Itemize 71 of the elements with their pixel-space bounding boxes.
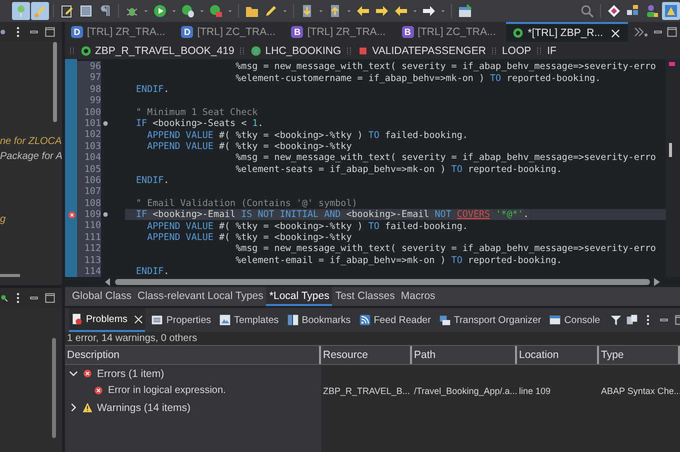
code-line: APPEND VALUE #( %tky = <booking>-%tky [146,232,352,244]
source-tab[interactable]: Test Classes [332,287,398,306]
source-tab[interactable]: Class-relevant Local Types [134,287,266,306]
summary-text: 1 error, 14 warnings, 0 others [67,333,198,344]
table-cell-text: /Travel_Booking_App/.a... [413,386,517,396]
line-number: 100 [77,106,101,118]
code-line: " Email Validation (Contains '@' symbol) [136,198,358,209]
view-tab[interactable]: Feed Reader [356,308,433,332]
code-line: %element-email = if_abap_behv=>mk-on ) TO reported-booking. [234,254,562,266]
view-tab[interactable]: Console [547,308,602,332]
editor-tab[interactable]: D [TRL] ZC_TRA... [175,22,284,42]
code-line: ENDIF. [136,84,170,95]
tree-item-text[interactable]: g [0,213,6,226]
code-line: IF <booking>-Seats < 1. [136,118,264,130]
line-number: 98 [77,84,101,96]
line-number: 114 [77,266,101,278]
line-number: 101 [77,118,101,130]
breadcrumb-item[interactable]: VALIDATEPASSENGER [357,44,486,56]
column-header[interactable]: Path [412,346,517,364]
line-number: 99 [77,95,101,107]
line-number: 102 [77,129,101,141]
code-line: APPEND VALUE #( %tky = <booking>-%tky ) TO failed-booking. [146,220,468,232]
tree-item-text[interactable]: ne for ZLOCA [0,135,62,148]
column-header[interactable]: Type [599,346,680,364]
line-number: 106 [77,174,101,186]
line-number: 110 [77,220,101,232]
tree-item[interactable]: Errors (1 item) [65,368,321,380]
line-number: 109 [77,209,101,220]
view-tab[interactable]: Properties [149,308,214,332]
line-number: 104 [77,152,101,164]
code-line: %msg = new_message_with_text( severity = if_abap_behv_message=>severity-erro [234,243,656,254]
source-tab[interactable]: Global Class [69,287,135,306]
editor-tab[interactable]: B [TRL] ZC_TRA... [396,22,504,42]
view-tab[interactable]: Transport Organizer [436,308,544,332]
breadcrumb-item[interactable]: ZBP_R_TRAVEL_BOOK_419 [80,44,234,56]
line-number: 96 [77,61,101,72]
breadcrumb-item[interactable]: IF [547,44,556,56]
column-header[interactable]: Location [517,346,599,364]
source-tab[interactable]: *Local Types [266,287,332,306]
breadcrumb-item[interactable]: LOOP [502,44,532,56]
line-number: 108 [77,198,101,210]
line-number: 97 [77,72,101,84]
code-line: APPEND VALUE #( %tky = <booking>-%tky ) TO failed-booking. [146,130,468,141]
table-cell-text: line 109 [518,386,552,396]
line-number: 105 [77,164,101,175]
view-tab[interactable]: Problems [69,308,146,332]
code-line: APPEND VALUE #( %tky = <booking>-%tky [146,140,352,152]
view-tab[interactable]: Bookmarks [284,308,353,332]
column-header[interactable]: Resource [321,346,412,364]
line-number: 113 [77,254,101,266]
view-tab[interactable]: Templates [217,308,281,332]
editor-tab[interactable]: B [TRL] ZR_TRA... [285,22,394,42]
breadcrumb-item[interactable]: LHC_BOOKING [250,44,342,56]
table-cell-text: ZBP_R_TRAVEL_B... [322,386,411,396]
line-number: 107 [77,186,101,198]
line-number: 112 [77,243,101,255]
line-number: 103 [77,140,101,152]
code-line: ENDIF. [136,175,170,186]
editor-tab[interactable]: *[TRL] ZBP_R... [506,22,628,42]
source-tab[interactable]: Macros [398,287,438,306]
code-line: %msg = new_message_with_text( severity = if_abap_behv_message=>severity-erro [234,61,656,72]
editor-tab[interactable]: D [TRL] ZR_TRA... [65,22,174,42]
tree-item[interactable]: Error in logical expression. [65,385,321,396]
line-number: 111 [77,232,101,244]
code-line: %element-seats = if_abap_behv=>mk-on ) TO reported-booking. [234,164,562,175]
code-line: " Minimum 1 Seat Check [136,106,258,118]
code-line: %msg = new_message_with_text( severity = if_abap_behv_message=>severity-erro [234,152,656,164]
code-line: %element-customername = if_abap_behv=>mk-on ) TO reported-booking. [234,72,601,84]
tree-item-text[interactable]: Package for A [0,150,62,163]
tree-item[interactable]: Warnings (14 items) [65,402,321,414]
code-line: ENDIF. [136,266,170,278]
